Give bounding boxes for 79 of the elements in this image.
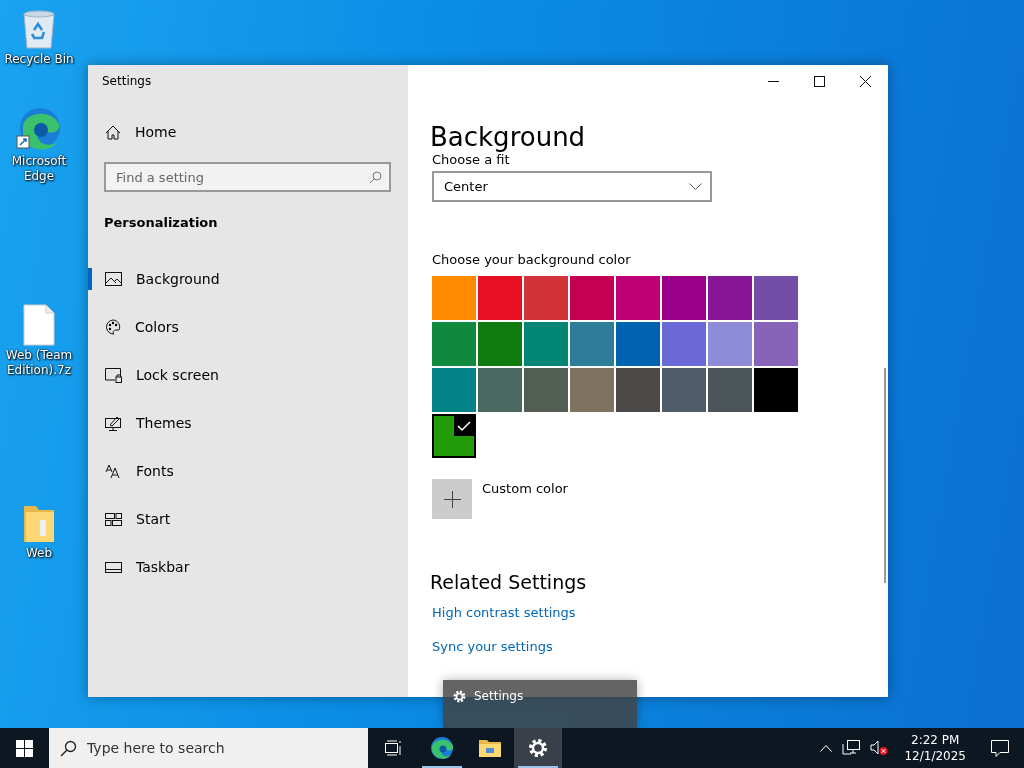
chevron-up-icon[interactable] (820, 744, 833, 752)
color-swatch[interactable] (754, 322, 798, 366)
color-swatch[interactable] (478, 322, 522, 366)
home-icon (105, 124, 121, 140)
color-label: Choose your background color (432, 252, 632, 267)
picture-icon (105, 272, 122, 286)
fit-label: Choose a fit (432, 153, 511, 167)
plus-icon (443, 490, 461, 508)
recycle-bin-icon (20, 8, 58, 50)
muted-volume-icon[interactable] (870, 740, 889, 756)
nav-item[interactable]: Themes (88, 399, 408, 447)
taskbar-search-field[interactable]: Type here to search (49, 728, 368, 768)
themes-icon (105, 415, 122, 431)
color-swatch[interactable] (708, 322, 752, 366)
home-link[interactable]: Home (105, 118, 408, 146)
color-swatch[interactable] (662, 368, 706, 412)
taskbar-app-button[interactable] (514, 728, 562, 768)
color-swatch[interactable] (432, 368, 476, 412)
close-icon (859, 75, 871, 87)
search-icon (369, 171, 382, 184)
checkmark-icon (454, 416, 474, 436)
search-field[interactable]: Find a setting (104, 162, 391, 192)
color-swatch[interactable] (432, 322, 476, 366)
search-icon (60, 740, 77, 757)
window-title: Settings (102, 74, 153, 90)
nav-item[interactable]: Colors (88, 303, 408, 351)
gear-icon (528, 738, 548, 758)
nav-item[interactable]: Fonts (88, 447, 408, 495)
minimize-icon (767, 80, 779, 82)
color-swatch[interactable] (432, 414, 476, 458)
color-swatch[interactable] (432, 276, 476, 320)
color-swatch[interactable] (478, 368, 522, 412)
edge-icon (430, 736, 454, 760)
scrollbar[interactable] (884, 368, 886, 583)
color-swatch[interactable] (524, 322, 568, 366)
chevron-down-icon (689, 183, 702, 190)
custom-color-label: Custom color (482, 481, 568, 496)
color-swatch[interactable] (708, 276, 752, 320)
color-swatch[interactable] (570, 368, 614, 412)
gear-icon (453, 689, 466, 703)
windows-logo-icon (16, 739, 33, 757)
nav-item[interactable]: Start (88, 495, 408, 543)
task-view-icon (385, 740, 403, 756)
color-swatch[interactable] (570, 322, 614, 366)
window-thumbnail[interactable]: Settings (443, 680, 637, 728)
color-swatch[interactable] (754, 368, 798, 412)
color-swatch[interactable] (570, 276, 614, 320)
taskbar-icon (105, 561, 122, 573)
folder-icon (478, 738, 502, 758)
maximize-icon (813, 75, 825, 87)
custom-color-button[interactable] (432, 479, 472, 519)
clock[interactable]: 2:22 PM 12/1/2025 (904, 732, 966, 764)
fonts-icon (105, 463, 122, 479)
color-swatch[interactable] (616, 322, 660, 366)
color-swatch[interactable] (524, 368, 568, 412)
color-swatch[interactable] (662, 322, 706, 366)
color-swatch[interactable] (524, 276, 568, 320)
settings-link[interactable]: High contrast settings (432, 605, 888, 620)
page-title: Background (430, 121, 587, 153)
settings-link[interactable]: Sync your settings (432, 639, 888, 654)
nav-item[interactable]: Background (88, 255, 408, 303)
section-heading: Personalization (104, 215, 219, 232)
color-swatch[interactable] (616, 276, 660, 320)
palette-icon (105, 319, 121, 335)
start-icon (105, 512, 122, 526)
nav-item[interactable]: Lock screen (88, 351, 408, 399)
network-icon[interactable] (842, 740, 861, 756)
color-swatch[interactable] (708, 368, 752, 412)
related-settings-heading: Related Settings (430, 571, 588, 593)
color-swatch[interactable] (478, 276, 522, 320)
nav-item[interactable]: Taskbar (88, 543, 408, 591)
color-swatch[interactable] (616, 368, 660, 412)
color-swatch[interactable] (754, 276, 798, 320)
notification-icon[interactable] (991, 739, 1009, 757)
lock-screen-icon (105, 367, 122, 383)
file-icon (22, 304, 56, 346)
color-swatch[interactable] (662, 276, 706, 320)
thumbnail-title: Settings (474, 689, 524, 703)
fit-dropdown[interactable]: Center (432, 171, 712, 202)
